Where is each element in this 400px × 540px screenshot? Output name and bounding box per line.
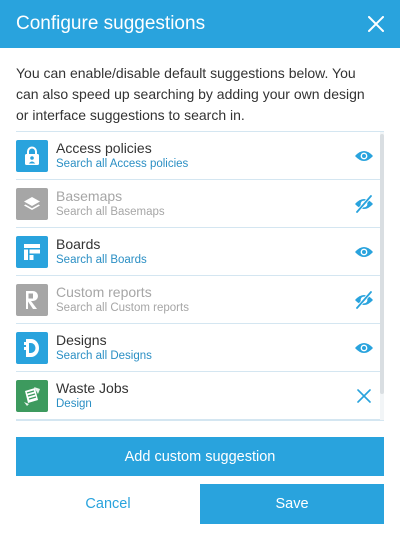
board-icon [16, 235, 48, 268]
suggestion-row-designs: Designs Search all Designs [16, 324, 384, 372]
suggestion-list[interactable]: Access policies Search all Access polici… [16, 131, 384, 421]
suggestion-subtitle: Search all Boards [56, 253, 147, 266]
remove-suggestion-button[interactable] [354, 386, 374, 406]
eye-icon [355, 151, 373, 161]
scrollbar-thumb[interactable] [380, 134, 384, 394]
suggestion-title: Custom reports [56, 283, 152, 300]
toggle-visibility-button[interactable] [354, 290, 374, 310]
eye-icon [355, 343, 373, 353]
report-icon [16, 283, 48, 316]
toggle-visibility-button[interactable] [354, 194, 374, 214]
save-button[interactable]: Save [200, 484, 384, 524]
design-icon [16, 331, 48, 364]
eye-icon [355, 247, 373, 257]
suggestion-subtitle: Search all Designs [56, 349, 152, 362]
layers-icon [16, 187, 48, 220]
suggestion-subtitle: Search all Basemaps [56, 205, 165, 218]
intro-text: You can enable/disable default suggestio… [16, 65, 365, 123]
toggle-visibility-button[interactable] [354, 338, 374, 358]
close-icon [368, 16, 384, 32]
suggestion-title: Basemaps [56, 187, 123, 204]
suggestion-title: Access policies [56, 139, 152, 156]
suggestion-subtitle: Search all Custom reports [56, 301, 189, 314]
add-custom-suggestion-button[interactable]: Add custom suggestion [16, 437, 384, 476]
scrollbar[interactable] [380, 132, 384, 420]
eye-slash-icon [355, 291, 373, 309]
suggestion-title: Designs [56, 331, 107, 348]
cancel-button[interactable]: Cancel [16, 484, 200, 524]
remove-icon [357, 389, 371, 403]
suggestion-row-waste-jobs: Waste Jobs Design [16, 372, 384, 420]
suggestion-subtitle: Design [56, 397, 92, 410]
suggestion-row-access-policies: Access policies Search all Access polici… [16, 132, 384, 180]
suggestion-row-boards: Boards Search all Boards [16, 228, 384, 276]
suggestion-row-custom-reports: Custom reports Search all Custom reports [16, 276, 384, 324]
lock-person-icon [16, 139, 48, 172]
suggestion-row-basemaps: Basemaps Search all Basemaps [16, 180, 384, 228]
toggle-visibility-button[interactable] [354, 242, 374, 262]
dialog-title: Configure suggestions [16, 13, 206, 34]
suggestion-subtitle: Search all Access policies [56, 157, 189, 170]
dialog-header: Configure suggestions [0, 0, 400, 48]
close-button[interactable] [366, 14, 386, 34]
toggle-visibility-button[interactable] [354, 146, 374, 166]
waste-jobs-icon [16, 379, 48, 412]
suggestion-title: Waste Jobs [56, 379, 129, 396]
suggestion-title: Boards [56, 235, 101, 252]
eye-slash-icon [355, 195, 373, 213]
